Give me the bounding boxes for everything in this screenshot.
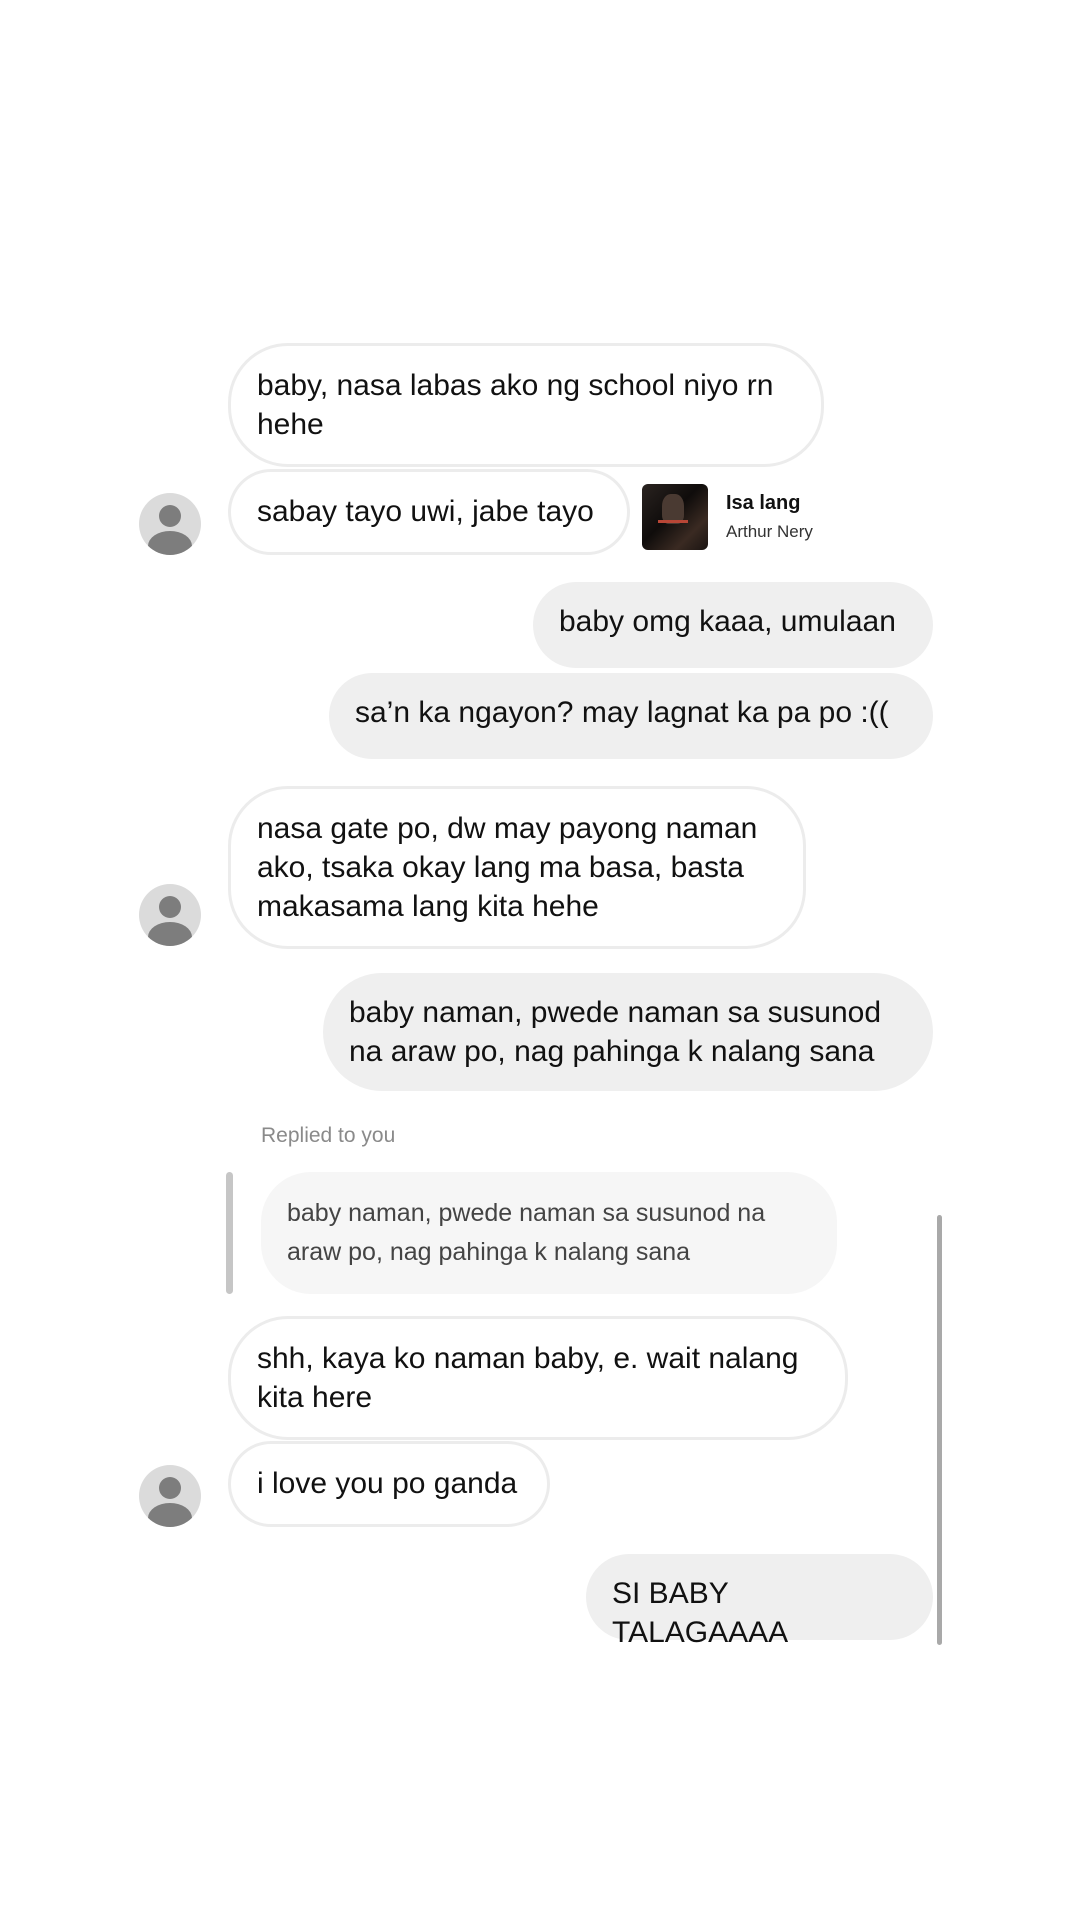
avatar-head-icon xyxy=(159,1477,181,1499)
music-title: Isa lang xyxy=(726,492,801,514)
avatar-body-icon xyxy=(148,1503,192,1527)
reply-quoted-message[interactable]: baby naman, pwede naman sa susunod na ar… xyxy=(261,1172,837,1294)
avatar[interactable] xyxy=(139,1465,201,1527)
music-artist: Arthur Nery xyxy=(726,522,813,541)
message-incoming[interactable]: nasa gate po, dw may payong naman ako, t… xyxy=(228,786,806,949)
avatar[interactable] xyxy=(139,884,201,946)
message-incoming[interactable]: i love you po ganda xyxy=(228,1441,550,1527)
album-art-icon[interactable] xyxy=(642,484,708,550)
message-incoming[interactable]: shh, kaya ko naman baby, e. wait nalang … xyxy=(228,1316,848,1440)
avatar-body-icon xyxy=(148,922,192,946)
message-outgoing[interactable]: baby omg kaaa, umulaan xyxy=(533,582,933,668)
avatar-head-icon xyxy=(159,505,181,527)
avatar-body-icon xyxy=(148,531,192,555)
reply-indicator-bar xyxy=(226,1172,233,1294)
message-outgoing[interactable]: sa’n ka ngayon? may lagnat ka pa po :(( xyxy=(329,673,933,759)
scrollbar[interactable] xyxy=(937,1215,942,1645)
message-outgoing[interactable]: baby naman, pwede naman sa susunod na ar… xyxy=(323,973,933,1091)
avatar-head-icon xyxy=(159,896,181,918)
message-outgoing[interactable]: SI BABY TALAGAAAA xyxy=(586,1554,933,1649)
replied-to-you-label: Replied to you xyxy=(261,1124,396,1147)
message-incoming[interactable]: sabay tayo uwi, jabe tayo xyxy=(228,469,630,555)
album-art-stripe xyxy=(658,520,688,523)
avatar[interactable] xyxy=(139,493,201,555)
message-incoming[interactable]: baby, nasa labas ako ng school niyo rn h… xyxy=(228,343,824,467)
